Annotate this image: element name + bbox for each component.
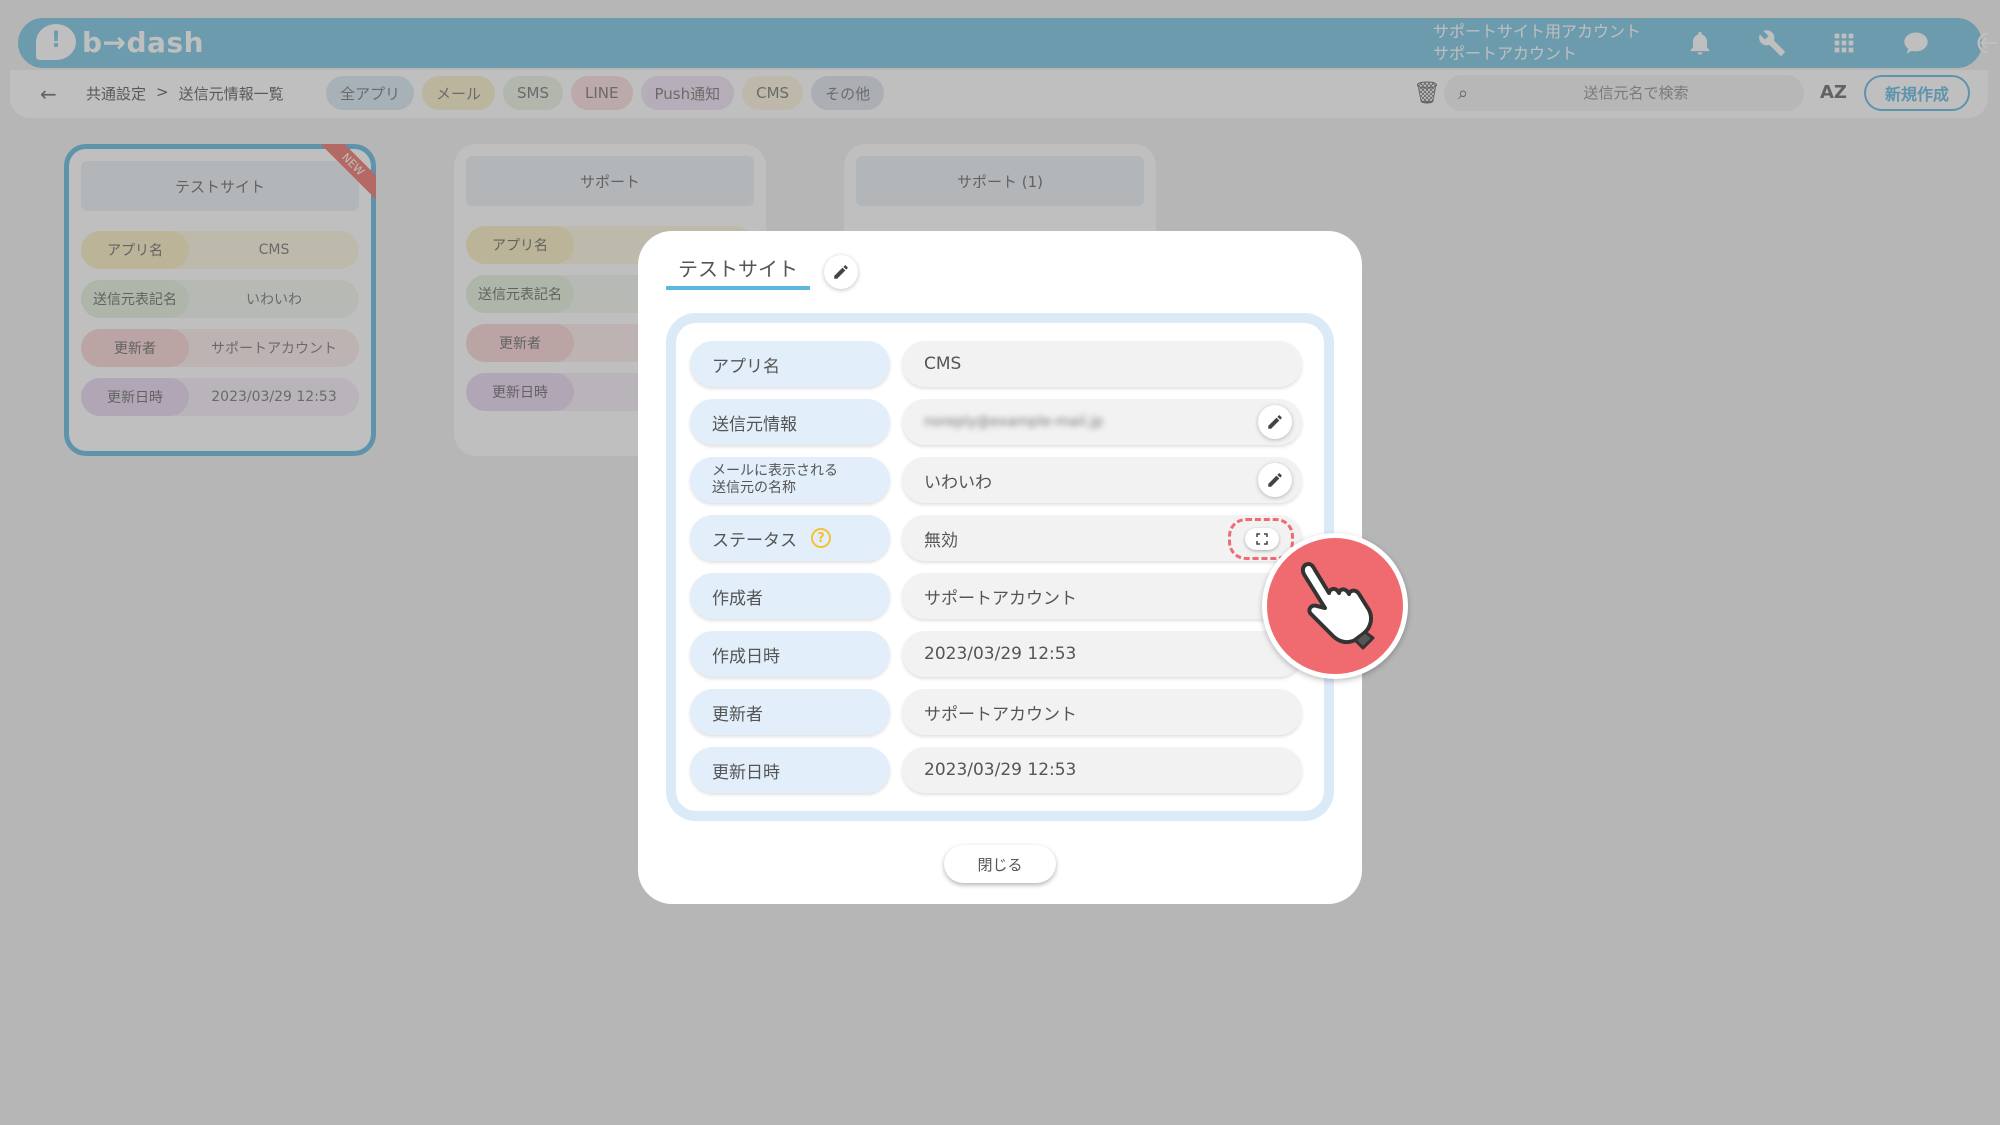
detail-value: サポートアカウント <box>902 573 1302 619</box>
detail-row-updater: 更新者 サポートアカウント <box>690 689 1310 735</box>
detail-row-created-at: 作成日時 2023/03/29 12:53 <box>690 631 1310 677</box>
detail-value: noreply@example-mail.jp <box>902 399 1302 445</box>
edit-display-name-button[interactable] <box>1258 463 1292 497</box>
detail-row-creator: 作成者 サポートアカウント <box>690 573 1310 619</box>
blurred-sender-address: noreply@example-mail.jp <box>924 414 1104 430</box>
detail-key: 作成日時 <box>690 631 890 677</box>
detail-key: メールに表示される 送信元の名称 <box>690 457 890 503</box>
hand-pointer-icon <box>1300 562 1375 650</box>
detail-table: アプリ名 CMS 送信元情報 noreply@example-mail.jp メ… <box>666 313 1334 821</box>
pencil-icon <box>1268 473 1282 487</box>
detail-value: CMS <box>902 341 1302 387</box>
edit-title-button[interactable] <box>824 254 858 289</box>
sender-detail-modal: テストサイト アプリ名 CMS 送信元情報 noreply@example-ma… <box>638 231 1362 904</box>
detail-value: サポートアカウント <box>902 689 1302 735</box>
detail-value: 2023/03/29 12:53 <box>902 631 1302 677</box>
status-toggle-button[interactable] <box>1245 528 1279 550</box>
detail-row-status: ステータス ? 無効 <box>690 515 1310 561</box>
detail-row-updated-at: 更新日時 2023/03/29 12:53 <box>690 747 1310 793</box>
detail-key: ステータス ? <box>690 515 890 561</box>
pencil-icon <box>834 264 848 279</box>
detail-key: 送信元情報 <box>690 399 890 445</box>
detail-value: 2023/03/29 12:53 <box>902 747 1302 793</box>
close-button[interactable]: 閉じる <box>944 845 1056 883</box>
detail-row-sender-info: 送信元情報 noreply@example-mail.jp <box>690 399 1310 445</box>
tutorial-pointer <box>1262 533 1408 679</box>
detail-key: 更新日時 <box>690 747 890 793</box>
edit-sender-info-button[interactable] <box>1258 405 1292 439</box>
detail-value: いわいわ <box>902 457 1302 503</box>
detail-key: 作成者 <box>690 573 890 619</box>
detail-row-app-name: アプリ名 CMS <box>690 341 1310 387</box>
detail-row-display-name: メールに表示される 送信元の名称 いわいわ <box>690 457 1310 503</box>
pencil-icon <box>1268 415 1282 429</box>
expand-icon <box>1256 533 1268 545</box>
detail-key: アプリ名 <box>690 341 890 387</box>
help-icon[interactable]: ? <box>811 528 831 548</box>
modal-title: テストサイト <box>666 253 810 290</box>
detail-key: 更新者 <box>690 689 890 735</box>
